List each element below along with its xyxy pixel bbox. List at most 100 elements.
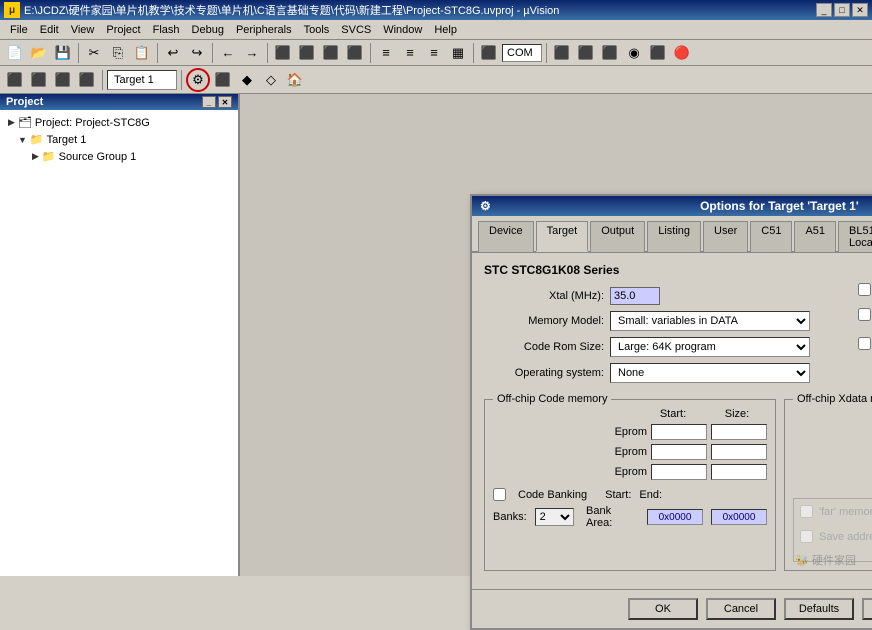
defaults-button[interactable]: Defaults [784,598,854,620]
onchip-xram-checkbox[interactable] [858,308,871,321]
onchip-rom-checkbox[interactable] [858,283,871,296]
toolbar2-icon8[interactable]: 🏠 [284,70,306,90]
memory-model-select[interactable]: Small: variables in DATA Compact: variab… [610,311,810,331]
toolbar-icon11[interactable]: ⬛ [575,43,597,63]
com-label: COM [502,44,542,62]
eprom2-size-input[interactable] [711,444,767,460]
toolbar2-icon7[interactable]: ◇ [260,70,282,90]
bank-end-input[interactable] [711,509,767,525]
panel-min-btn[interactable]: _ [202,96,216,108]
app-icon: μ [4,2,20,18]
eprom2-label: Eprom [607,446,647,458]
toolbar-icon5[interactable]: ≡ [375,43,397,63]
save-button[interactable]: 💾 [52,43,74,63]
dialog-content: STC STC8G1K08 Series Xtal (MHz): Memory … [472,253,872,581]
toolbar2-icon5[interactable]: ⬛ [212,70,234,90]
banks-select[interactable]: 2 4 [535,508,574,526]
new-file-button[interactable]: 📄 [4,43,26,63]
eprom3-label: Eprom [607,466,647,478]
offchip-code-legend: Off-chip Code memory [493,393,611,405]
bank-start-input[interactable] [647,509,703,525]
eprom1-size-input[interactable] [711,424,767,440]
eprom3-size-input[interactable] [711,464,767,480]
toolbar-icon9[interactable]: ⬛ [478,43,500,63]
copy-button[interactable]: ⎘ [107,43,129,63]
source-group-item[interactable]: ▶ 📁 Source Group 1 [28,148,234,165]
xtal-input[interactable] [610,287,660,305]
paste-button[interactable]: 📋 [131,43,153,63]
window-controls[interactable]: _ □ ✕ [816,3,868,17]
toolbar-icon6[interactable]: ≡ [399,43,421,63]
eprom1-start-input[interactable] [651,424,707,440]
open-file-button[interactable]: 📂 [28,43,50,63]
toolbar-icon7[interactable]: ≡ [423,43,445,63]
tab-output[interactable]: Output [590,221,645,252]
toolbar2-icon4[interactable]: ⬛ [76,70,98,90]
maximize-button[interactable]: □ [834,3,850,17]
code-banking-checkbox[interactable] [493,488,506,501]
menu-tools[interactable]: Tools [298,23,336,37]
project-root-item[interactable]: ▶ 🗂 Project: Project-STC8G [4,114,234,131]
toolbar-icon12[interactable]: ⬛ [599,43,621,63]
cut-button[interactable]: ✂ [83,43,105,63]
toolbar-icon2[interactable]: ⬛ [296,43,318,63]
dptr-checkbox[interactable] [858,337,871,350]
toolbar2-icon3[interactable]: ⬛ [52,70,74,90]
target-selector[interactable]: Target 1 [107,70,177,90]
code-rom-select[interactable]: Small: 2K program Compact: 2K program La… [610,337,810,357]
tab-device[interactable]: Device [478,221,534,252]
close-button[interactable]: ✕ [852,3,868,17]
tab-c51[interactable]: C51 [750,221,792,252]
tab-a51[interactable]: A51 [794,221,836,252]
toolbar-icon1[interactable]: ⬛ [272,43,294,63]
ok-button[interactable]: OK [628,598,698,620]
toolbar2-icon6[interactable]: ◆ [236,70,258,90]
toolbar-icon8[interactable]: ▦ [447,43,469,63]
help-button[interactable]: Help [862,598,872,620]
offchip-code-start-header: Start: [643,408,703,420]
toolbar-icon14[interactable]: ⬛ [647,43,669,63]
target-options-button[interactable]: ⚙ [186,68,210,92]
toolbar-icon13[interactable]: ◉ [623,43,645,63]
tab-target[interactable]: Target [536,221,589,252]
eprom3-start-input[interactable] [651,464,707,480]
nav-forward-button[interactable]: → [241,43,263,63]
cancel-button[interactable]: Cancel [706,598,776,620]
nav-back-button[interactable]: ← [217,43,239,63]
toolbar-sep7 [546,43,547,63]
menu-edit[interactable]: Edit [34,23,65,37]
menu-peripherals[interactable]: Peripherals [230,23,298,37]
menu-svcs[interactable]: SVCS [335,23,377,37]
toolbar-sep1 [78,43,79,63]
target-item[interactable]: ▼ 📁 Target 1 [14,131,234,148]
eprom2-start-input[interactable] [651,444,707,460]
tab-listing[interactable]: Listing [647,221,701,252]
watermark-icon: 🐝 [795,555,809,567]
panel-close-btn[interactable]: ✕ [218,96,232,108]
tab-user[interactable]: User [703,221,748,252]
undo-button[interactable]: ↩ [162,43,184,63]
toolbar-icon4[interactable]: ⬛ [344,43,366,63]
far-memory-checkbox[interactable] [800,505,813,518]
toolbar-icon15[interactable]: 🔴 [671,43,693,63]
menu-flash[interactable]: Flash [147,23,186,37]
redo-button[interactable]: ↪ [186,43,208,63]
menu-project[interactable]: Project [100,23,146,37]
os-select[interactable]: None RTX-51 Tiny RTX-51 Full [610,363,810,383]
toolbar2-icon1[interactable]: ⬛ [4,70,26,90]
toolbar-sep3 [212,43,213,63]
dialog-title-bar: ⚙ Options for Target 'Target 1' ✕ [472,196,872,216]
toolbar2-icon2[interactable]: ⬛ [28,70,50,90]
menu-window[interactable]: Window [377,23,428,37]
toolbar2-sep1 [102,70,103,90]
menu-debug[interactable]: Debug [186,23,230,37]
menu-file[interactable]: File [4,23,34,37]
menu-view[interactable]: View [65,23,101,37]
minimize-button[interactable]: _ [816,3,832,17]
os-row: Operating system: None RTX-51 Tiny RTX-5… [484,363,844,383]
toolbar-icon3[interactable]: ⬛ [320,43,342,63]
save-sfr-checkbox[interactable] [800,530,813,543]
menu-help[interactable]: Help [428,23,463,37]
toolbar-icon10[interactable]: ⬛ [551,43,573,63]
tab-bl51-locate[interactable]: BL51 Locate [838,221,872,252]
